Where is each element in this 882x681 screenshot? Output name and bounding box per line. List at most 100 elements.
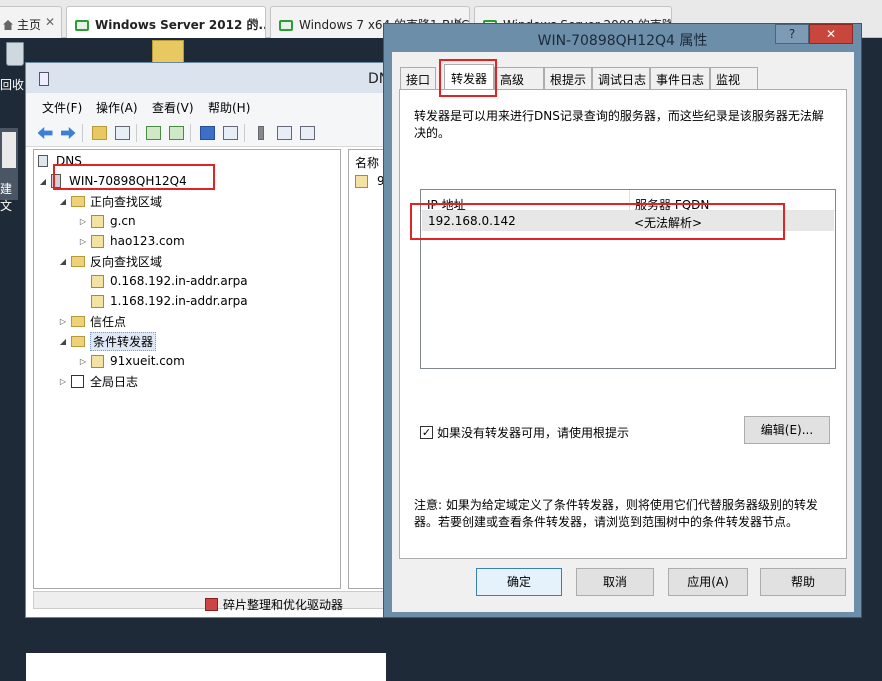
zone-icon bbox=[355, 174, 368, 188]
show-tree-button[interactable] bbox=[113, 124, 131, 142]
server-icon bbox=[258, 126, 264, 140]
list-icon bbox=[276, 126, 292, 140]
cancel-button[interactable]: 取消 bbox=[576, 568, 654, 596]
use-root-hints-checkbox[interactable]: ✓ bbox=[420, 426, 433, 439]
refresh-button[interactable] bbox=[144, 124, 162, 142]
defrag-label: 碎片整理和优化驱动器 bbox=[223, 598, 344, 612]
recycle-bin-icon bbox=[6, 42, 24, 66]
collapse-arrow-icon[interactable]: ◢ bbox=[58, 337, 68, 346]
collapse-arrow-icon[interactable]: ◢ bbox=[58, 257, 68, 266]
tab-forwarders[interactable]: 转发器 bbox=[444, 64, 494, 90]
use-root-hints-label: 如果没有转发器可用，请使用根提示 bbox=[437, 426, 630, 440]
tab-root-hints[interactable]: 根提示 bbox=[544, 67, 592, 89]
toolbar-separator bbox=[82, 124, 83, 142]
help-button[interactable]: 帮助 bbox=[760, 568, 846, 596]
action-pane-button[interactable] bbox=[221, 124, 239, 142]
log-icon bbox=[71, 374, 84, 388]
dns-manager-window: DN 文件(F) 操作(A) 查看(V) 帮助(H) DNS ◢ WIN-7089… bbox=[25, 62, 392, 681]
tree-item-label: 91xueit.com bbox=[110, 354, 185, 368]
tree-item-server[interactable]: ◢ WIN-70898QH12Q4 bbox=[38, 172, 187, 190]
export-list-button[interactable] bbox=[167, 124, 185, 142]
zone-icon bbox=[91, 214, 104, 228]
expand-arrow-icon[interactable]: ▷ bbox=[78, 237, 88, 246]
tree-item-zone-hao123[interactable]: ▷ hao123.com bbox=[78, 232, 185, 250]
arrow-right-icon bbox=[60, 127, 76, 139]
expand-arrow-icon[interactable]: ▷ bbox=[58, 377, 68, 386]
tree-item-global-logs[interactable]: ▷ 全局日志 bbox=[58, 372, 138, 390]
server-icon bbox=[51, 174, 61, 188]
tree-item-label: DNS bbox=[56, 154, 82, 168]
up-button[interactable] bbox=[90, 124, 108, 142]
tree-item-zone-gcn[interactable]: ▷ g.cn bbox=[78, 212, 136, 230]
forwarders-list[interactable]: IP 地址 服务器 FQDN 192.168.0.142 <无法解析> bbox=[420, 189, 836, 369]
menu-view[interactable]: 查看(V) bbox=[152, 99, 194, 116]
tree-item-zone-0-168-192[interactable]: 0.168.192.in-addr.arpa bbox=[91, 272, 248, 290]
arrow-left-icon bbox=[37, 127, 53, 139]
document-icon bbox=[2, 132, 16, 168]
results-list[interactable]: 名称 91 bbox=[348, 149, 392, 589]
tree-item-label: 1.168.192.in-addr.arpa bbox=[110, 294, 248, 308]
apply-button[interactable]: 应用(A) bbox=[668, 568, 748, 596]
use-root-hints-option[interactable]: ✓ 如果没有转发器可用，请使用根提示 bbox=[420, 424, 629, 441]
tab-event-logging[interactable]: 事件日志 bbox=[650, 67, 710, 89]
tab-close-icon[interactable]: ✕ bbox=[249, 15, 259, 29]
column-header-name[interactable]: 名称 bbox=[355, 154, 379, 171]
menu-file[interactable]: 文件(F) bbox=[42, 99, 82, 116]
tree-item-dns[interactable]: DNS bbox=[38, 152, 82, 170]
expand-arrow-icon[interactable]: ▷ bbox=[78, 217, 88, 226]
collapse-arrow-icon[interactable]: ◢ bbox=[58, 197, 68, 206]
vm-icon bbox=[279, 20, 293, 31]
table-row[interactable]: 192.168.0.142 <无法解析> bbox=[422, 211, 834, 231]
help-toolbar-button[interactable] bbox=[198, 124, 216, 142]
defrag-shortcut[interactable]: 碎片整理和优化驱动器 bbox=[205, 596, 343, 613]
console-tree-icon bbox=[114, 126, 130, 140]
tree-item-reverse-zones[interactable]: ◢ 反向查找区域 bbox=[58, 252, 162, 270]
collapse-arrow-icon[interactable]: ◢ bbox=[38, 177, 48, 186]
records-toolbar-button[interactable] bbox=[298, 124, 316, 142]
tree-item-label: 0.168.192.in-addr.arpa bbox=[110, 274, 248, 288]
close-icon[interactable]: ✕ bbox=[809, 24, 853, 44]
forwarders-description: 转发器是可以用来进行DNS记录查询的服务器，而这些纪录是该服务器无法解决的。 bbox=[414, 109, 824, 140]
menu-action[interactable]: 操作(A) bbox=[96, 99, 138, 116]
tree-item-trust-points[interactable]: ▷ 信任点 bbox=[58, 312, 126, 330]
tab-debug-logging[interactable]: 调试日志 bbox=[592, 67, 650, 89]
tree-item-91xueit[interactable]: ▷ 91xueit.com bbox=[78, 352, 185, 370]
tab-monitoring[interactable]: 监视 bbox=[710, 67, 758, 89]
tab-close-icon[interactable]: ✕ bbox=[45, 15, 55, 29]
dns-manager-titlebar: DN bbox=[26, 63, 389, 93]
ok-button[interactable]: 确定 bbox=[476, 568, 562, 596]
recycle-bin-label: 回收 bbox=[0, 78, 25, 92]
expand-arrow-icon[interactable]: ▷ bbox=[58, 317, 68, 326]
tab-windows-server-2012[interactable]: Windows Server 2012 的... ✕ bbox=[66, 6, 266, 38]
console-tree[interactable]: DNS ◢ WIN-70898QH12Q4 ◢ 正向查找区域 ▷ g.cn ▷ hao1… bbox=[33, 149, 341, 589]
expand-arrow-icon[interactable]: ▷ bbox=[78, 357, 88, 366]
tree-item-zone-1-168-192[interactable]: 1.168.192.in-addr.arpa bbox=[91, 292, 248, 310]
tree-item-label: 条件转发器 bbox=[90, 331, 157, 351]
edit-button[interactable]: 编辑(E)... bbox=[744, 416, 830, 444]
back-button[interactable] bbox=[36, 124, 54, 142]
tree-item-label: WIN-70898QH12Q4 bbox=[69, 174, 187, 188]
tree-item-conditional-forwarders[interactable]: ◢ 条件转发器 bbox=[58, 331, 157, 351]
zone-icon bbox=[91, 274, 104, 288]
tab-label: Windows Server 2012 的... bbox=[95, 18, 266, 32]
forwarders-panel: 转发器是可以用来进行DNS记录查询的服务器，而这些纪录是该服务器无法解决的。 I… bbox=[399, 89, 847, 559]
dns-app-icon bbox=[39, 72, 49, 86]
forward-button[interactable] bbox=[59, 124, 77, 142]
menu-help[interactable]: 帮助(H) bbox=[208, 99, 250, 116]
defrag-icon bbox=[205, 598, 218, 611]
action-pane-icon bbox=[222, 126, 238, 140]
column-divider bbox=[629, 190, 630, 212]
menu-bar: 文件(F) 操作(A) 查看(V) 帮助(H) bbox=[26, 93, 384, 119]
tree-item-label: 正向查找区域 bbox=[90, 194, 163, 209]
help-icon bbox=[199, 126, 215, 140]
tab-advanced[interactable]: 高级 bbox=[494, 67, 544, 89]
server-toolbar-button[interactable] bbox=[252, 124, 270, 142]
tab-home[interactable]: 主页 ✕ bbox=[0, 6, 62, 38]
list-toolbar-button[interactable] bbox=[275, 124, 293, 142]
tab-interfaces[interactable]: 接口 bbox=[400, 67, 437, 89]
desktop-new-file[interactable]: 建文 bbox=[0, 128, 18, 213]
window-bottom-strip bbox=[26, 653, 386, 681]
tree-item-forward-zones[interactable]: ◢ 正向查找区域 bbox=[58, 192, 162, 210]
help-icon[interactable]: ? bbox=[775, 24, 809, 44]
export-icon bbox=[168, 126, 184, 140]
